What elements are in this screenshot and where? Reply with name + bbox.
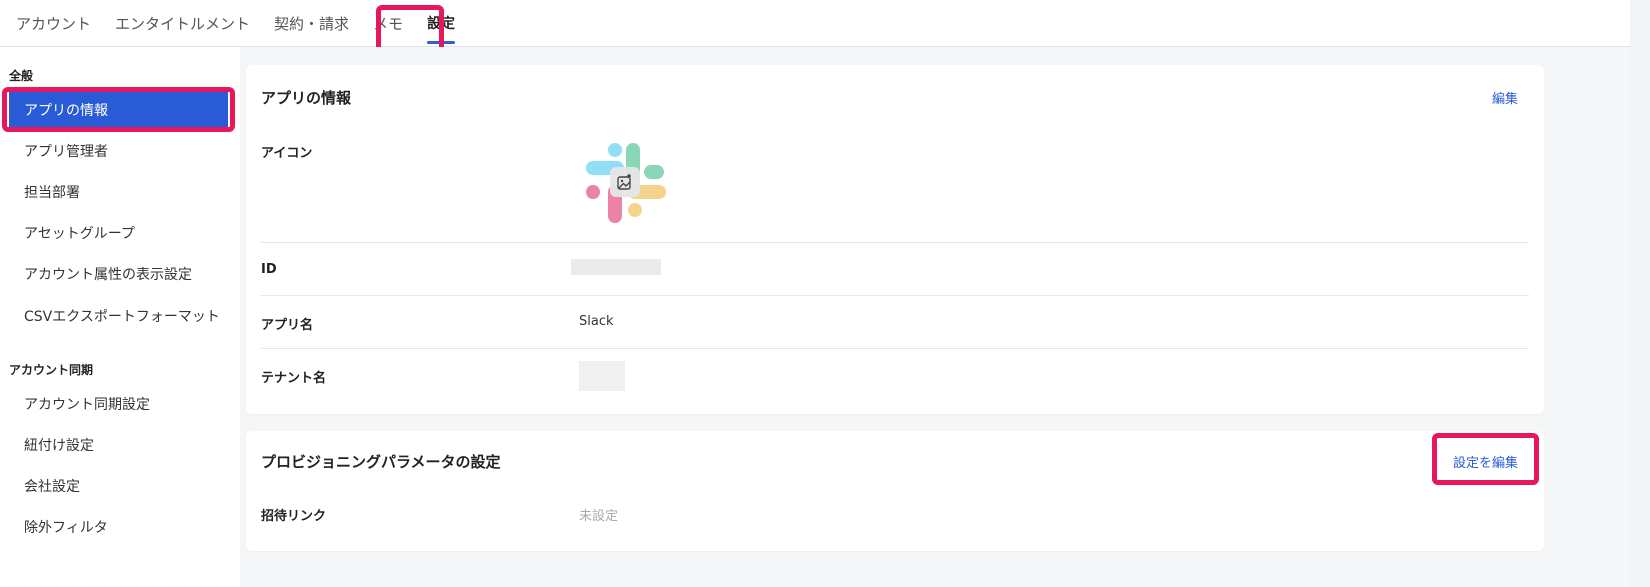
invite-link-label: 招待リンク bbox=[261, 509, 327, 524]
id-label: ID bbox=[261, 262, 277, 277]
tab-memo[interactable]: メモ bbox=[361, 0, 415, 46]
app-name-value: Slack bbox=[579, 314, 614, 329]
app-icon bbox=[584, 141, 668, 225]
sidebar-item-company-settings[interactable]: 会社設定 bbox=[9, 468, 228, 504]
tab-entitlement[interactable]: エンタイトルメント bbox=[103, 0, 262, 46]
tenant-label: テナント名 bbox=[261, 371, 327, 386]
provisioning-title: プロビジョニングパラメータの設定 bbox=[261, 453, 501, 471]
sidebar-item-app-admins[interactable]: アプリ管理者 bbox=[9, 133, 228, 169]
tab-settings[interactable]: 設定 bbox=[415, 0, 467, 46]
sidebar-item-attribute-display[interactable]: アカウント属性の表示設定 bbox=[9, 256, 228, 292]
main-content: アプリの情報 編集 アイコン ID アプリ名 Slack テナント名 プロビジョ… bbox=[240, 47, 1630, 587]
sidebar-section-account-sync: アカウント同期 bbox=[9, 363, 94, 377]
sidebar: 全般 アプリの情報 アプリ管理者 担当部署 アセットグループ アカウント属性の表… bbox=[0, 47, 240, 587]
sidebar-item-account-sync-settings[interactable]: アカウント同期設定 bbox=[9, 386, 228, 422]
icon-label: アイコン bbox=[261, 146, 313, 161]
sidebar-item-asset-groups[interactable]: アセットグループ bbox=[9, 215, 228, 251]
id-value-redacted bbox=[571, 259, 661, 275]
page: アカウント エンタイトルメント 契約・請求 メモ 設定 全般 アプリの情報 アプ… bbox=[0, 0, 1650, 587]
sidebar-section-general: 全般 bbox=[9, 69, 34, 83]
provisioning-card: プロビジョニングパラメータの設定 設定を編集 招待リンク 未設定 bbox=[246, 431, 1544, 551]
sidebar-item-departments[interactable]: 担当部署 bbox=[9, 174, 228, 210]
app-info-edit-link[interactable]: 編集 bbox=[1492, 88, 1518, 107]
sidebar-item-app-info[interactable]: アプリの情報 bbox=[9, 92, 228, 128]
provisioning-edit-link[interactable]: 設定を編集 bbox=[1453, 452, 1518, 471]
tenant-value-redacted bbox=[579, 361, 625, 391]
invite-link-value: 未設定 bbox=[579, 509, 619, 524]
tab-account[interactable]: アカウント bbox=[0, 0, 103, 46]
invite-link-row: 招待リンク 未設定 bbox=[261, 491, 1529, 541]
sidebar-item-exclusion-filter[interactable]: 除外フィルタ bbox=[9, 509, 228, 545]
top-tab-bar: アカウント エンタイトルメント 契約・請求 メモ 設定 bbox=[0, 0, 1630, 47]
app-name-row: アプリ名 Slack bbox=[261, 295, 1529, 349]
tab-contract-billing[interactable]: 契約・請求 bbox=[262, 0, 361, 46]
id-row: ID bbox=[261, 242, 1529, 296]
image-upload-icon[interactable] bbox=[610, 167, 640, 197]
sidebar-item-linking-settings[interactable]: 紐付け設定 bbox=[9, 427, 228, 463]
tenant-row: テナント名 bbox=[261, 348, 1529, 409]
app-name-label: アプリ名 bbox=[261, 318, 314, 333]
app-info-card: アプリの情報 編集 アイコン ID アプリ名 Slack テナント名 bbox=[246, 65, 1544, 414]
app-info-title: アプリの情報 bbox=[261, 89, 352, 107]
sidebar-item-csv-export-format[interactable]: CSVエクスポートフォーマット bbox=[9, 298, 228, 334]
icon-row: アイコン bbox=[261, 135, 1529, 241]
